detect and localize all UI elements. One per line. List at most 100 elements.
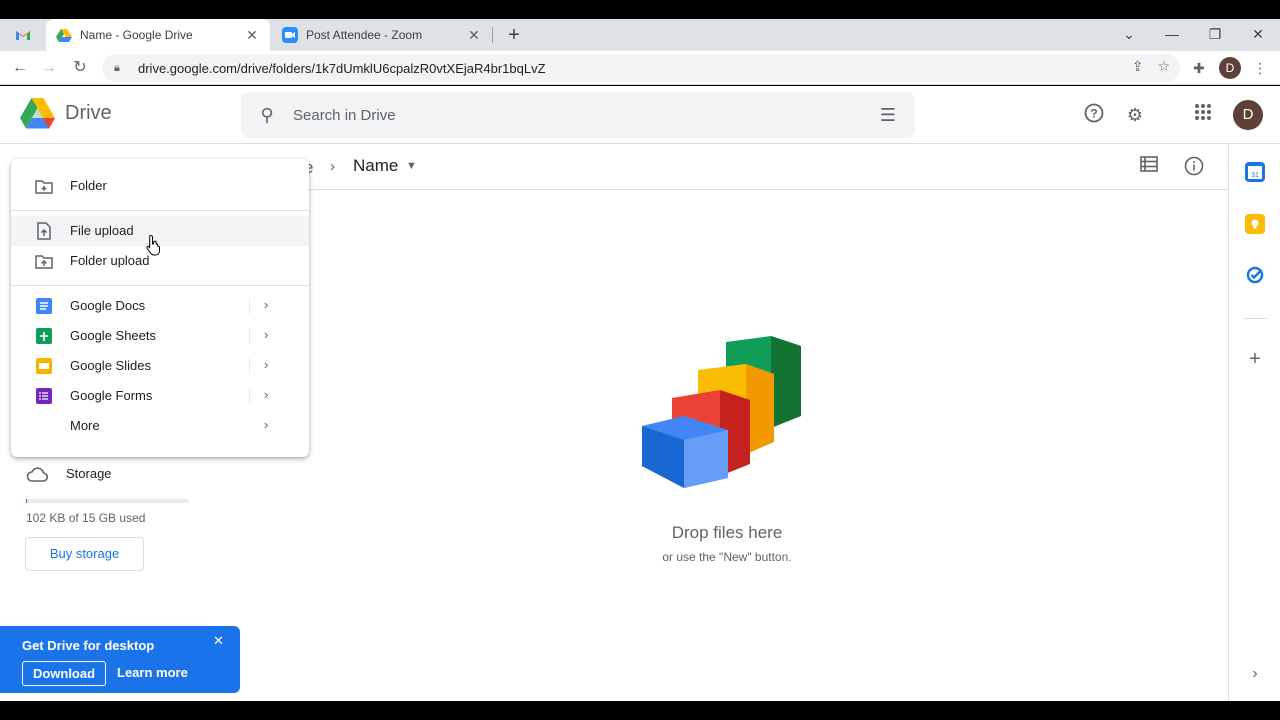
drive-app: Drive ⚲ Search in Drive ☰ ? ⚙ D e › Name… — [0, 86, 1280, 701]
add-addon-icon[interactable]: + — [1245, 349, 1265, 369]
menu-item-label: Folder upload — [70, 253, 150, 268]
settings-gear-icon[interactable]: ⚙ — [1123, 103, 1147, 127]
menu-item-google-docs[interactable]: Google Docs › — [11, 291, 309, 321]
tab-search-icon[interactable]: ⌄ — [1107, 19, 1151, 51]
menu-item-separator — [249, 298, 250, 314]
tab-zoom[interactable]: Post Attendee - Zoom ✕ — [272, 19, 492, 51]
empty-folder-illustration — [638, 332, 814, 488]
app-name: Drive — [65, 102, 112, 124]
drive-logo[interactable]: Drive — [20, 98, 112, 129]
google-drive-icon — [56, 29, 72, 42]
restore-button[interactable]: ❐ — [1193, 19, 1237, 51]
promo-title: Get Drive for desktop — [22, 638, 155, 653]
zoom-icon — [282, 27, 298, 43]
drive-header: Drive ⚲ Search in Drive ☰ ? ⚙ D — [0, 86, 1280, 144]
folder-upload-icon — [35, 255, 53, 269]
google-forms-icon — [36, 388, 52, 404]
buy-storage-button[interactable]: Buy storage — [25, 537, 144, 571]
search-icon[interactable]: ⚲ — [241, 105, 293, 126]
new-tab-button[interactable]: + — [502, 23, 526, 47]
desktop-promo-banner: Get Drive for desktop ✕ Download Learn m… — [0, 626, 240, 693]
tab-close-icon[interactable]: ✕ — [244, 27, 260, 44]
tab-title: Post Attendee - Zoom — [306, 28, 423, 42]
search-bar[interactable]: ⚲ Search in Drive ☰ — [241, 92, 915, 138]
account-avatar[interactable]: D — [1233, 100, 1263, 130]
browser-profile-avatar[interactable]: D — [1219, 57, 1241, 79]
expand-panel-icon[interactable]: › — [1245, 664, 1265, 684]
chevron-right-icon: › — [264, 357, 269, 372]
lock-icon: 🔒︎ — [114, 61, 120, 74]
menu-item-google-sheets[interactable]: Google Sheets › — [11, 321, 309, 351]
letterbox-top — [0, 0, 1280, 19]
menu-item-label: Google Slides — [70, 358, 151, 373]
tab-google-drive[interactable]: Name - Google Drive ✕ — [46, 19, 270, 51]
chevron-right-icon: › — [264, 387, 269, 402]
google-drive-logo-icon — [20, 98, 55, 129]
apps-grid-icon[interactable] — [1191, 103, 1215, 127]
menu-item-more[interactable]: More › — [11, 411, 309, 441]
help-icon[interactable]: ? — [1082, 103, 1106, 127]
menu-item-label: File upload — [70, 223, 134, 238]
menu-item-separator — [249, 358, 250, 374]
caret-down-icon[interactable]: ▼ — [406, 160, 417, 172]
info-icon[interactable] — [1182, 156, 1206, 180]
browser-tab-strip: Name - Google Drive ✕ Post Attendee - Zo… — [0, 19, 1280, 51]
storage-used-text: 102 KB of 15 GB used — [26, 511, 146, 525]
tab-separator — [492, 27, 493, 43]
current-folder-name[interactable]: Name — [353, 156, 398, 176]
svg-text:31: 31 — [1251, 172, 1259, 179]
svg-text:?: ? — [1090, 107, 1097, 121]
keep-icon[interactable] — [1245, 214, 1265, 234]
hand-cursor-icon — [146, 234, 162, 256]
menu-item-google-forms[interactable]: Google Forms › — [11, 381, 309, 411]
new-item-menu: Folder File upload Folder upload Google … — [11, 159, 309, 457]
calendar-icon[interactable]: 31 — [1245, 162, 1265, 182]
back-icon[interactable]: ← — [8, 56, 32, 80]
window-close-button[interactable]: ✕ — [1236, 19, 1280, 51]
browser-menu-icon[interactable]: ⋮ — [1248, 56, 1272, 80]
chevron-right-icon: › — [264, 297, 269, 312]
reload-icon[interactable]: ↻ — [68, 56, 92, 80]
bookmark-star-icon[interactable]: ☆ — [1157, 58, 1170, 75]
extensions-icon[interactable]: ✚ — [1187, 56, 1211, 80]
learn-more-link[interactable]: Learn more — [117, 665, 188, 680]
promo-close-icon[interactable]: ✕ — [213, 633, 224, 649]
url-text: drive.google.com/drive/folders/1k7dUmklU… — [138, 60, 546, 76]
forward-icon[interactable]: → — [37, 56, 61, 80]
menu-item-label: Folder — [70, 178, 107, 193]
tab-title: Name - Google Drive — [80, 28, 193, 42]
empty-state-subtitle: or use the "New" button. — [662, 550, 792, 564]
google-sheets-icon — [36, 328, 52, 344]
tab-gmail[interactable] — [0, 19, 46, 51]
menu-item-folder[interactable]: Folder — [11, 171, 309, 201]
menu-item-separator — [249, 388, 250, 404]
share-icon[interactable]: ⇪ — [1132, 58, 1144, 75]
new-folder-icon — [35, 180, 53, 194]
menu-divider — [11, 210, 309, 211]
chevron-right-icon: › — [264, 417, 269, 432]
google-docs-icon — [36, 298, 52, 314]
menu-item-label: More — [70, 418, 100, 433]
menu-item-google-slides[interactable]: Google Slides › — [11, 351, 309, 381]
menu-item-label: Google Forms — [70, 388, 153, 403]
address-bar[interactable]: 🔒︎ drive.google.com/drive/folders/1k7dUm… — [102, 54, 1180, 82]
tasks-icon[interactable] — [1245, 265, 1265, 285]
chevron-right-icon: › — [330, 158, 335, 175]
breadcrumb: e › Name ▼ — [256, 144, 1228, 190]
chevron-right-icon: › — [264, 327, 269, 342]
google-slides-icon — [36, 358, 52, 374]
menu-divider — [11, 285, 309, 286]
search-input[interactable]: Search in Drive — [293, 107, 861, 124]
browser-toolbar: ← → ↻ 🔒︎ drive.google.com/drive/folders/… — [0, 51, 1280, 85]
side-panel-divider — [1243, 318, 1267, 319]
menu-item-label: Google Sheets — [70, 328, 157, 343]
minimize-button[interactable]: — — [1150, 19, 1194, 51]
list-view-icon[interactable] — [1137, 156, 1161, 180]
tab-close-icon[interactable]: ✕ — [466, 27, 482, 44]
storage-label[interactable]: Storage — [66, 466, 112, 481]
letterbox-bottom — [0, 701, 1280, 720]
menu-item-label: Google Docs — [70, 298, 146, 313]
download-button[interactable]: Download — [22, 661, 106, 686]
search-options-icon[interactable]: ☰ — [861, 105, 915, 126]
file-upload-icon — [37, 222, 51, 240]
